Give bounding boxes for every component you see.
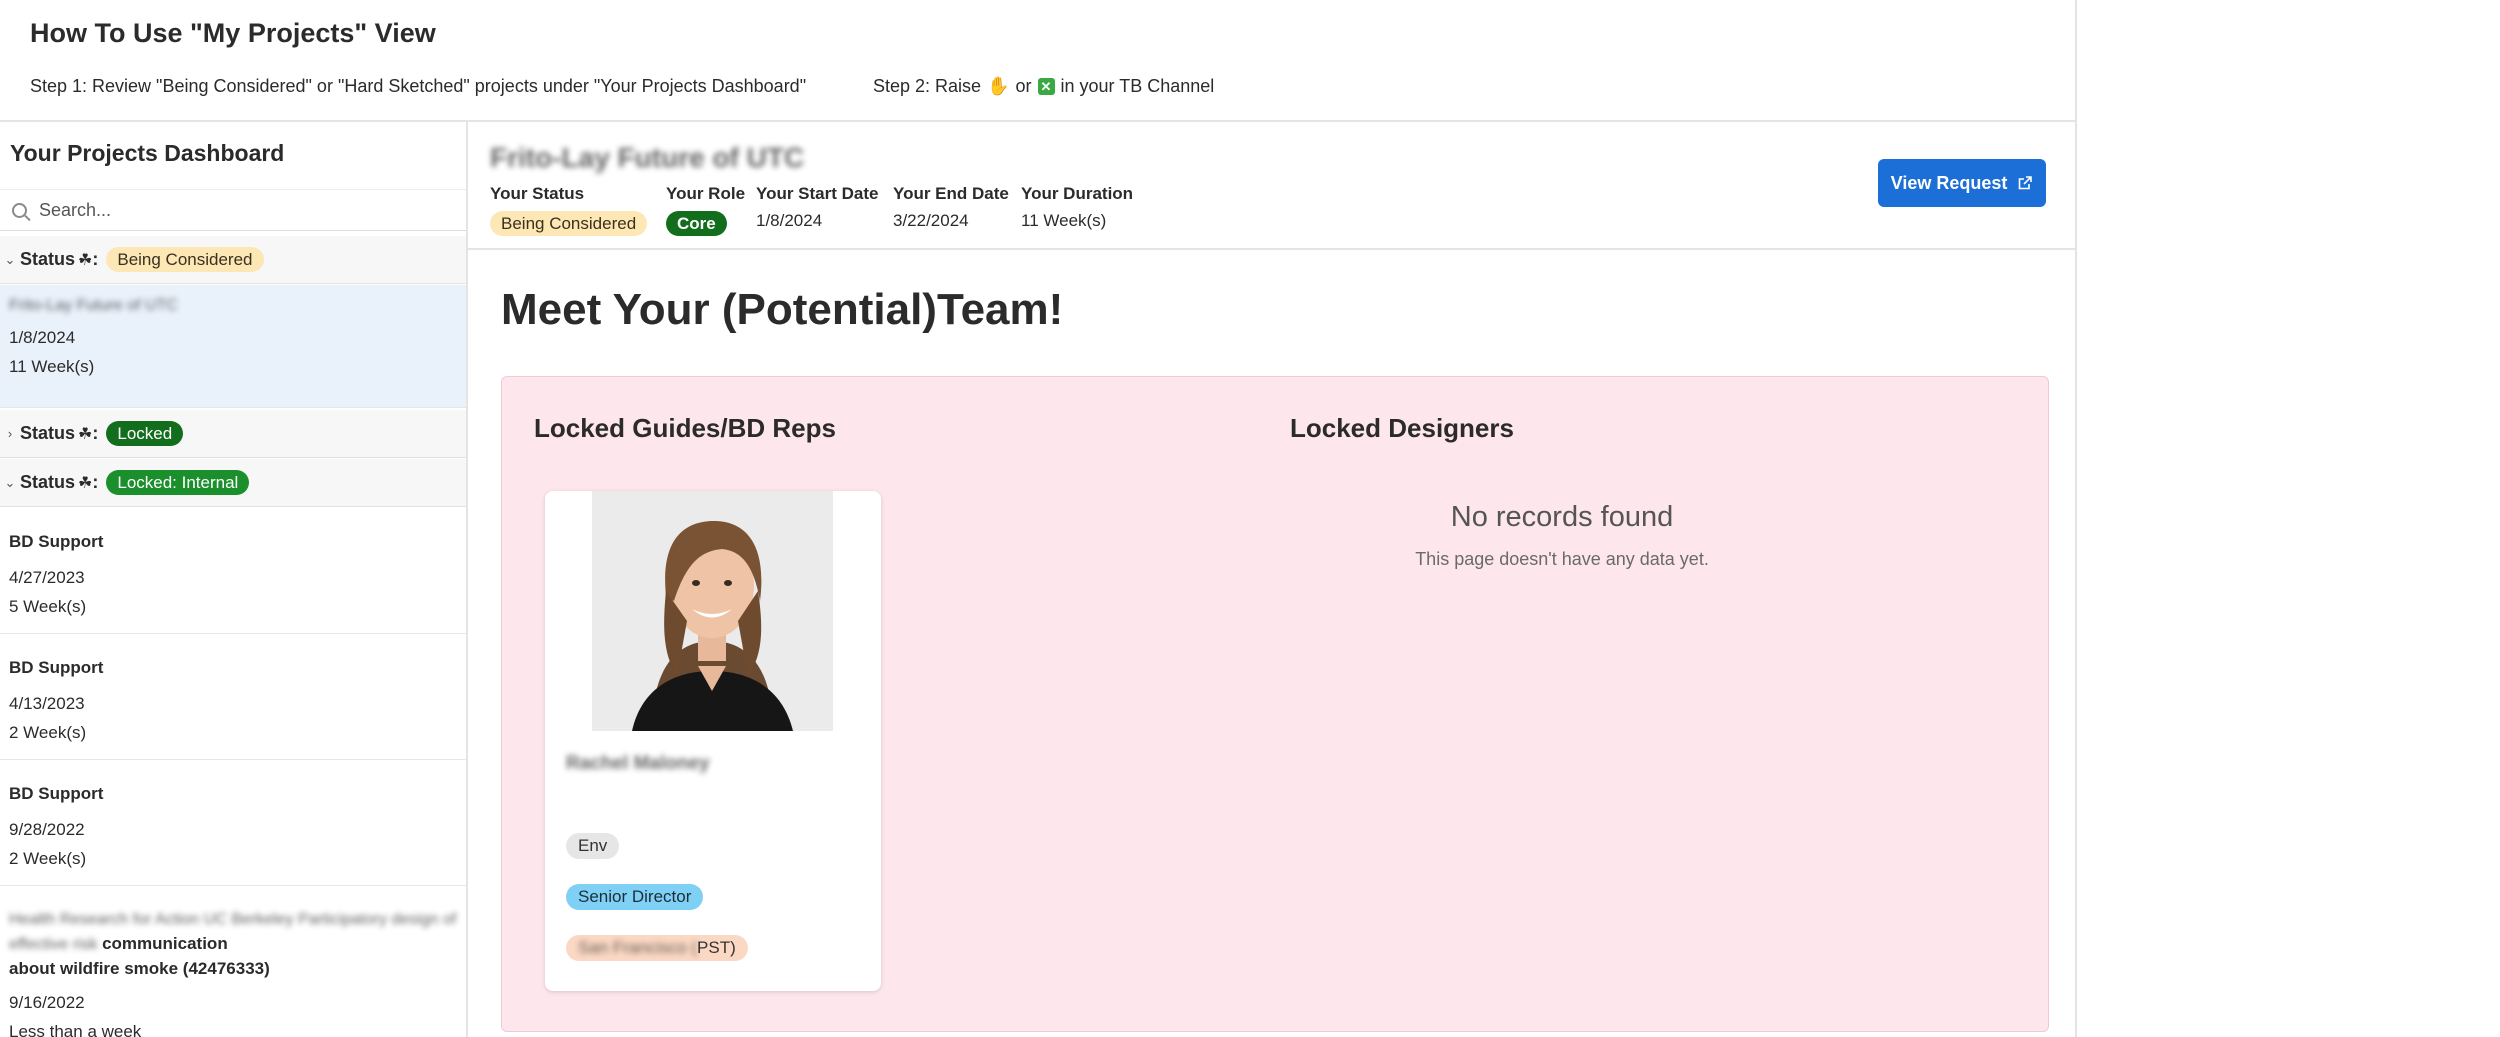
project-date: 9/16/2022 xyxy=(9,993,85,1012)
project-name: BD Support xyxy=(9,532,104,551)
project-name: Health Research for Action UC Berkeley P… xyxy=(9,908,459,981)
designers-header: Locked Designers xyxy=(1290,413,1514,443)
group-header-locked-internal[interactable]: ⌄ Status ☘: Locked: Internal xyxy=(0,459,466,507)
clover-icon: ☘ xyxy=(78,425,93,443)
project-name-blurred: Health Research for Action UC Berkeley P… xyxy=(9,911,457,953)
duration-value: 11 Week(s) xyxy=(1021,211,1107,230)
group-header-locked[interactable]: › Status ☘: Locked xyxy=(0,410,466,458)
project-date: 4/27/2023 xyxy=(9,568,85,587)
project-duration: Less than a week xyxy=(9,1022,142,1037)
status-badge: Locked: Internal xyxy=(106,470,250,495)
role-label: Your Role xyxy=(666,184,746,203)
chevron-down-icon: ⌄ xyxy=(4,474,16,490)
start-date-label: Your Start Date xyxy=(756,184,879,203)
page-title: How To Use "My Projects" View xyxy=(30,18,436,48)
projects-sidebar: Your Projects Dashboard ⌄ Status ☘: Bein… xyxy=(0,122,468,1037)
project-duration: 5 Week(s) xyxy=(9,597,87,616)
role-field: Your Role Core xyxy=(666,184,745,236)
group-header-being-considered[interactable]: ⌄ Status ☘: Being Considered xyxy=(0,236,466,284)
team-panel: Locked Guides/BD Reps Locked Designers R… xyxy=(501,376,2049,1032)
status-field: Your Status Being Considered xyxy=(490,184,648,236)
project-duration: 2 Week(s) xyxy=(9,849,87,868)
project-name: Frito-Lay Future of UTC xyxy=(9,297,178,314)
role-badge: Core xyxy=(666,211,727,236)
end-date-field: Your End Date 3/22/2024 xyxy=(893,184,1009,231)
raised-hand-icon: ✋ xyxy=(987,76,1010,96)
status-label: Status xyxy=(20,249,76,269)
project-duration: 2 Week(s) xyxy=(9,723,87,742)
project-date: 4/13/2023 xyxy=(9,694,85,713)
guide-name: Rachel Maloney xyxy=(566,753,710,774)
location-blurred: San Francisco ( xyxy=(578,938,698,957)
list-item[interactable]: BD Support 9/28/2022 2 Week(s) xyxy=(0,760,466,886)
team-title: Meet Your (Potential)Team! xyxy=(501,285,1064,334)
list-item[interactable]: Health Research for Action UC Berkeley P… xyxy=(0,886,466,1037)
status-label: Status xyxy=(20,472,76,492)
person-photo-icon xyxy=(592,491,833,731)
duration-label: Your Duration xyxy=(1021,184,1134,203)
app-window: How To Use "My Projects" View Step 1: Re… xyxy=(0,0,2077,1037)
step-1-text: Step 1: Review "Being Considered" or "Ha… xyxy=(30,76,807,96)
list-item-selected[interactable]: Frito-Lay Future of UTC 1/8/2024 11 Week… xyxy=(0,285,466,408)
project-duration: 11 Week(s) xyxy=(9,357,95,376)
clover-icon: ☘ xyxy=(78,474,93,492)
sidebar-title: Your Projects Dashboard xyxy=(10,140,285,166)
status-badge: Being Considered xyxy=(106,247,264,272)
chevron-down-icon: ⌄ xyxy=(4,251,16,267)
profile-photo xyxy=(592,491,833,731)
duration-field: Your Duration 11 Week(s) xyxy=(1021,184,1133,231)
search-bar xyxy=(0,189,466,231)
list-item[interactable]: BD Support 4/27/2023 5 Week(s) xyxy=(0,508,466,634)
search-icon xyxy=(12,202,27,218)
instructions-bar: How To Use "My Projects" View Step 1: Re… xyxy=(0,0,2075,122)
project-date: 9/28/2022 xyxy=(9,820,85,839)
guides-header: Locked Guides/BD Reps xyxy=(534,413,836,443)
guide-card[interactable]: Rachel Maloney Env Senior Director San F… xyxy=(545,491,881,991)
status-badge: Locked xyxy=(106,421,184,446)
view-request-button[interactable]: View Request xyxy=(1878,159,2046,207)
end-date-value: 3/22/2024 xyxy=(893,211,969,230)
step-2-suffix: in your TB Channel xyxy=(1060,76,1215,96)
location-tag: San Francisco (PST) xyxy=(566,935,748,961)
end-date-label: Your End Date xyxy=(893,184,1009,203)
list-item[interactable]: BD Support 4/13/2023 2 Week(s) xyxy=(0,634,466,760)
external-link-icon xyxy=(2019,176,2033,190)
step-2-text: Step 2: Raise ✋ or ✕ in your TB Channel xyxy=(873,76,1214,97)
project-name-line2: about wildfire smoke (42476333) xyxy=(9,959,270,978)
view-request-label: View Request xyxy=(1890,172,2008,193)
project-name: BD Support xyxy=(9,784,104,803)
step-2-prefix: Step 2: Raise xyxy=(873,76,982,96)
project-title: Frito-Lay Future of UTC xyxy=(490,142,805,173)
step-2-or: or xyxy=(1015,76,1032,96)
project-date: 1/8/2024 xyxy=(9,328,76,347)
cross-mark-icon: ✕ xyxy=(1037,78,1055,95)
title-tag: Senior Director xyxy=(566,884,704,910)
status-badge: Being Considered xyxy=(490,211,648,236)
practice-tag: Env xyxy=(566,833,620,859)
start-date-field: Your Start Date 1/8/2024 xyxy=(756,184,879,231)
start-date-value: 1/8/2024 xyxy=(756,211,823,230)
project-name: BD Support xyxy=(9,658,104,677)
status-label: Your Status xyxy=(490,184,585,203)
status-label: Status xyxy=(20,423,76,443)
chevron-right-icon: › xyxy=(7,426,13,441)
clover-icon: ☘ xyxy=(78,251,93,269)
project-detail: Frito-Lay Future of UTC Your Status Bein… xyxy=(468,122,2075,1037)
search-input[interactable] xyxy=(37,198,441,222)
location-visible: PST) xyxy=(697,938,736,957)
project-header: Frito-Lay Future of UTC Your Status Bein… xyxy=(468,122,2075,250)
project-name-visible: communication xyxy=(102,934,228,953)
